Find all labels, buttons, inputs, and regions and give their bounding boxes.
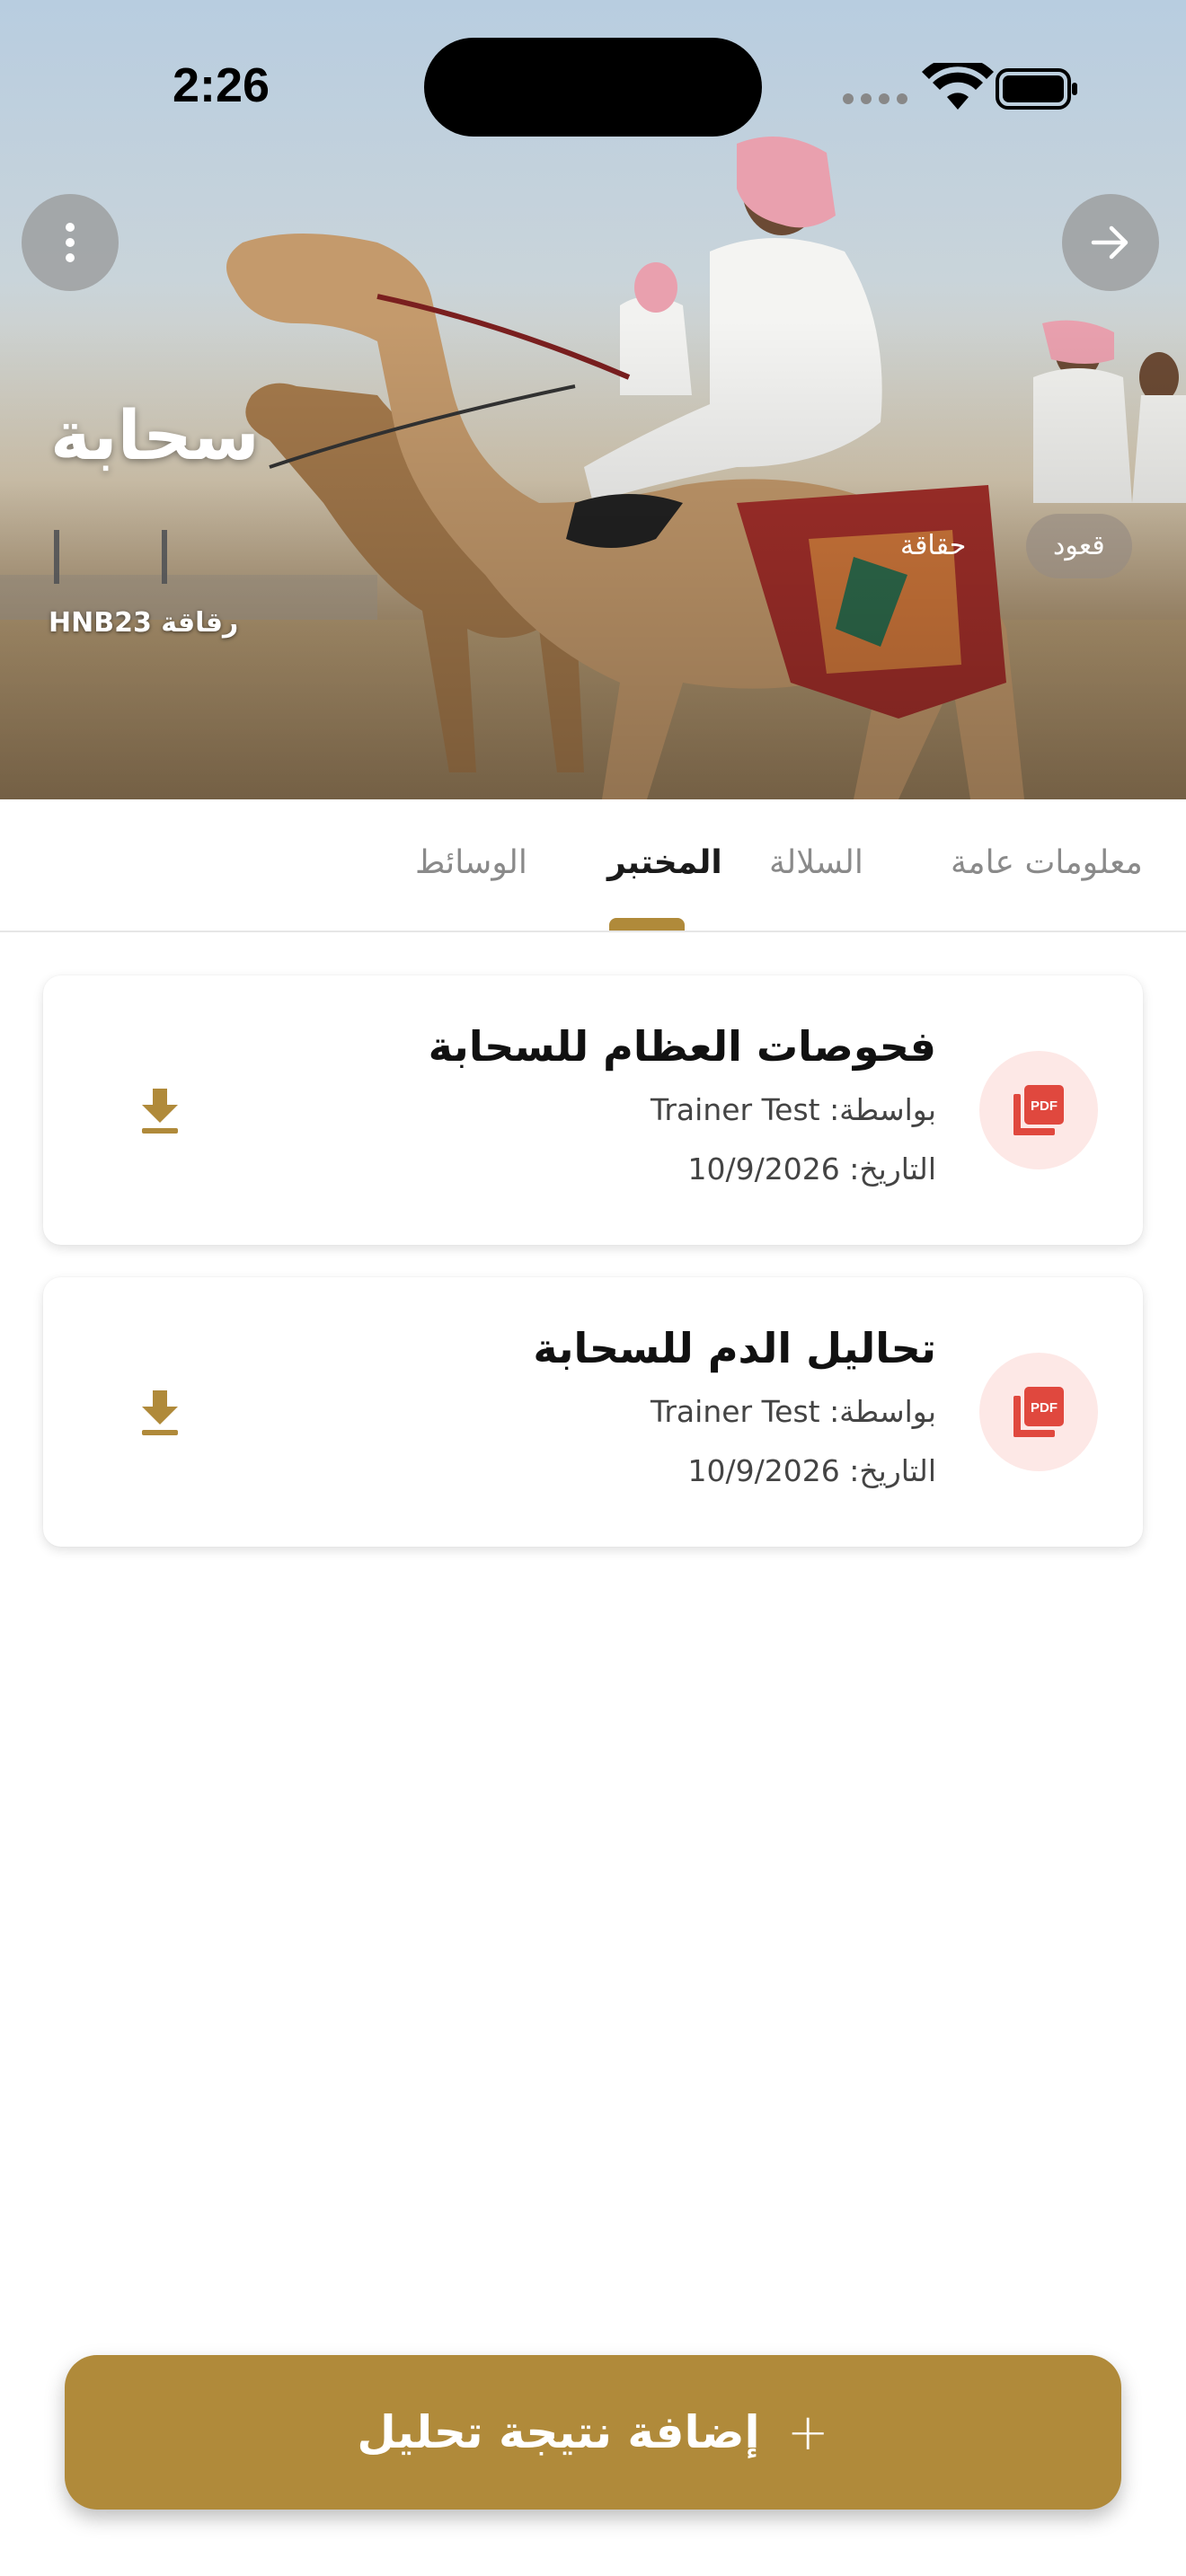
- camel-chip-code: رقاقة HNB23: [49, 607, 239, 639]
- back-button[interactable]: [1062, 194, 1159, 291]
- add-lab-result-button[interactable]: + إضافة نتيجة تحليل: [65, 2355, 1121, 2510]
- lab-result-author: بواسطة: Trainer Test: [651, 1394, 936, 1429]
- lab-result-title: تحاليل الدم للسحابة: [533, 1324, 936, 1372]
- tab-bar: معلومات عامة السلالة المختبر الوسائط: [0, 799, 1186, 932]
- camel-name: سحابة: [50, 395, 260, 475]
- more-vertical-icon: [66, 223, 75, 262]
- lab-result-date: التاريخ: 10/9/2026: [687, 1453, 937, 1488]
- svg-text:PDF: PDF: [1031, 1400, 1058, 1416]
- arrow-right-icon: [1091, 225, 1128, 260]
- svg-text:PDF: PDF: [1031, 1098, 1058, 1114]
- category-chip: قعود: [1026, 514, 1132, 578]
- lab-result-title: فحوصات العظام للسحابة: [428, 1022, 936, 1071]
- pdf-badge: PDF: [979, 1051, 1098, 1169]
- status-icons: [839, 57, 1082, 113]
- pdf-icon: PDF: [1013, 1387, 1064, 1437]
- age-chip: حقاقة: [900, 530, 967, 561]
- status-time: 2:26: [173, 58, 270, 112]
- pdf-icon: PDF: [1013, 1085, 1064, 1135]
- download-button[interactable]: [128, 1080, 192, 1144]
- tab-media[interactable]: الوسائط: [415, 844, 527, 881]
- hero-image: 2:26 سحابة رقاقة HNB23 قعود حقاقة: [0, 0, 1186, 799]
- active-tab-indicator: [609, 918, 685, 931]
- signal-icon: [843, 93, 907, 104]
- lab-result-card[interactable]: PDF فحوصات العظام للسحابة بواسطة: Traine…: [43, 975, 1143, 1245]
- lab-result-card[interactable]: PDF تحاليل الدم للسحابة بواسطة: Trainer …: [43, 1277, 1143, 1547]
- dynamic-island: [424, 38, 762, 137]
- tab-lab[interactable]: المختبر: [607, 844, 722, 881]
- download-icon: [142, 1089, 178, 1134]
- battery-icon: [996, 68, 1077, 110]
- wifi-icon: [922, 57, 994, 110]
- tab-lineage[interactable]: السلالة: [769, 844, 863, 881]
- more-options-button[interactable]: [22, 194, 119, 291]
- pdf-badge: PDF: [979, 1353, 1098, 1471]
- add-lab-result-label: إضافة نتيجة تحليل: [357, 2406, 760, 2458]
- plus-icon: +: [786, 2403, 829, 2462]
- lab-result-author: بواسطة: Trainer Test: [651, 1092, 936, 1127]
- lab-result-date: التاريخ: 10/9/2026: [687, 1151, 937, 1187]
- download-button[interactable]: [128, 1381, 192, 1446]
- download-icon: [142, 1390, 178, 1435]
- tab-general-info[interactable]: معلومات عامة: [951, 844, 1143, 881]
